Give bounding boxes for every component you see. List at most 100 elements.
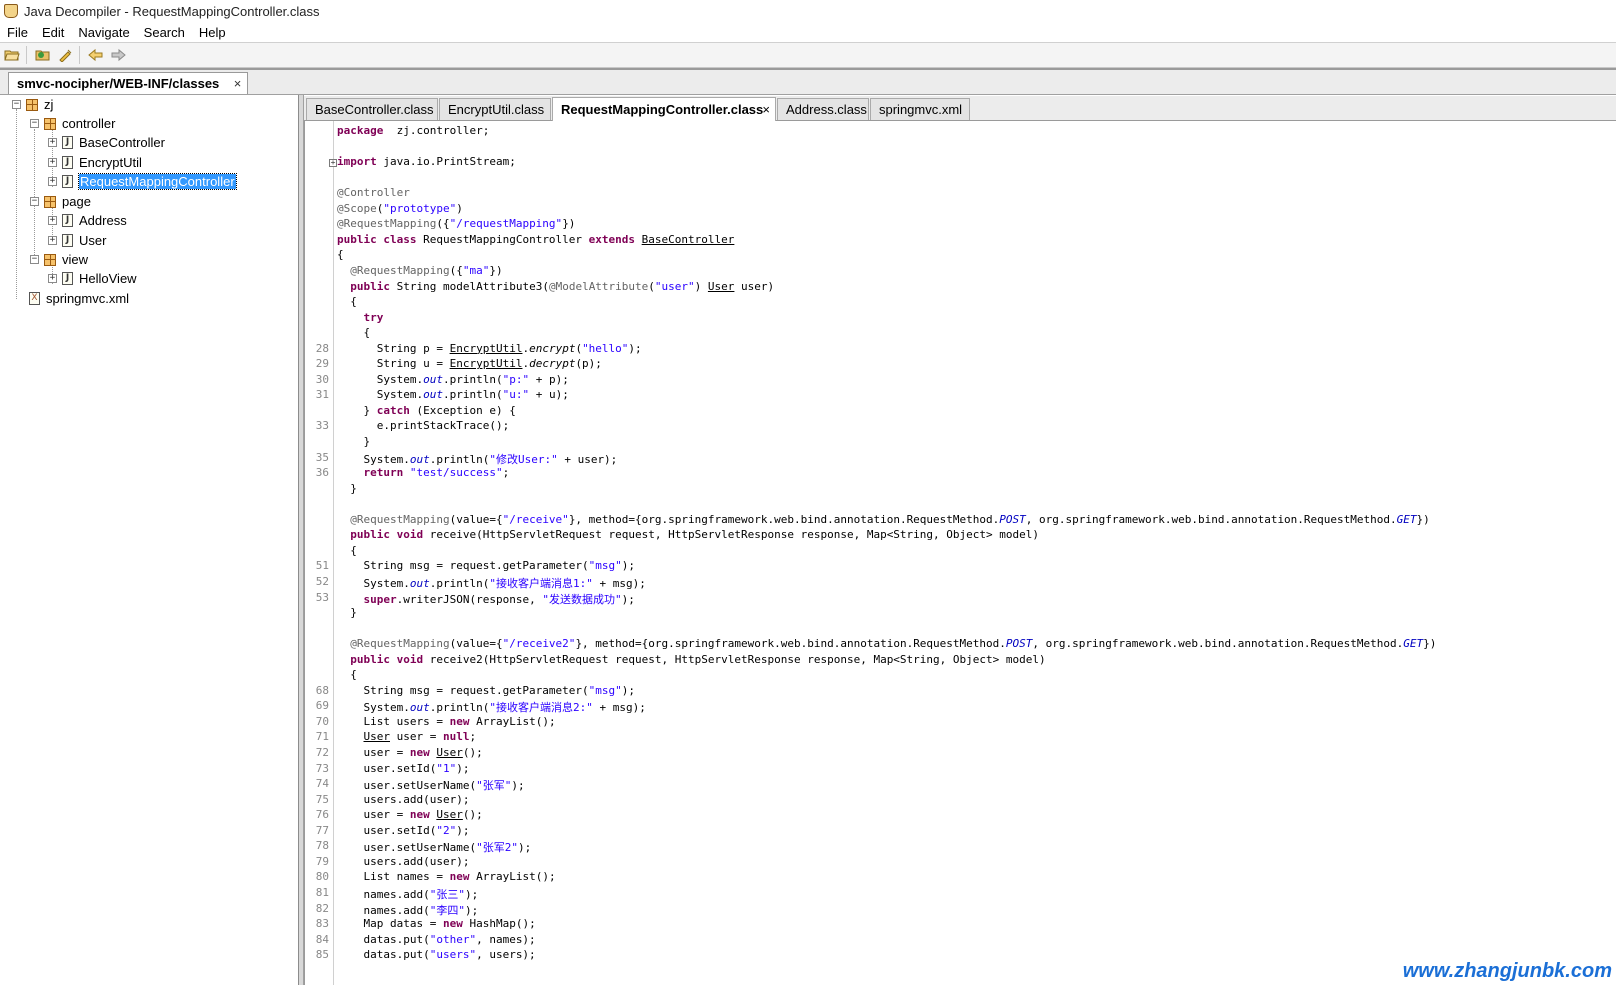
expand-icon[interactable]: + — [48, 236, 57, 245]
line-number: 28 — [315, 341, 329, 355]
code-line: e.printStackTrace(); — [337, 419, 510, 433]
xml-file-icon: X — [29, 292, 40, 305]
class-file-icon: J — [62, 156, 73, 169]
line-number: 33 — [315, 419, 329, 433]
menu-file[interactable]: File — [0, 25, 35, 40]
tab-requestmappingcontroller[interactable]: RequestMappingController.class × — [552, 97, 776, 121]
tab-encryptutil[interactable]: EncryptUtil.class — [439, 98, 551, 120]
tree-node[interactable]: − controller — [30, 114, 115, 133]
line-number-gutter: 28 29 30 31 33 35 36 51 52 53 68 69 70 71 72 73 74 75 76 77… — [305, 121, 334, 985]
tree-node[interactable]: − view — [30, 250, 88, 269]
fold-expand-icon[interactable]: + — [329, 159, 337, 168]
menu-navigate[interactable]: Navigate — [71, 25, 136, 40]
collapse-icon[interactable]: − — [12, 100, 21, 109]
tree-node-label: view — [62, 252, 89, 267]
tree-node[interactable]: X springmvc.xml — [29, 289, 129, 308]
collapse-icon[interactable]: − — [30, 197, 39, 206]
archive-tab-strip: smvc-nocipher/WEB-INF/classes × — [0, 70, 1616, 95]
expand-icon[interactable]: + — [48, 158, 57, 167]
code-line: public class RequestMappingController ex… — [337, 232, 735, 246]
tree-node[interactable]: + J BaseController — [48, 133, 165, 152]
code-line: users.add(user); — [337, 792, 470, 806]
code-line: user = new User(); — [337, 746, 483, 759]
code-line: { — [337, 295, 357, 309]
tree-node-label: page — [62, 194, 91, 209]
line-number: 81 — [315, 885, 329, 899]
line-number: 73 — [315, 761, 329, 775]
line-number: 71 — [315, 730, 329, 744]
tree-node-label: RequestMappingController — [78, 173, 237, 190]
package-icon — [44, 195, 56, 208]
code-line: System.out.println("接收客户端消息2:" + msg); — [337, 701, 646, 715]
menu-search[interactable]: Search — [137, 25, 192, 40]
code-line: String msg = request.getParameter("msg")… — [337, 559, 636, 573]
code-line: @Controller — [337, 186, 410, 200]
code-line: public void receive2(HttpServletRequest … — [350, 652, 1046, 666]
class-file-icon: J — [62, 234, 73, 247]
code-line: } — [337, 435, 371, 448]
package-tree[interactable]: − zj − controller + J BaseController + J… — [0, 95, 299, 985]
tab-label: Address.class — [786, 102, 867, 117]
title-bar: Java Decompiler - RequestMappingControll… — [0, 0, 1616, 22]
code-line: String u = EncryptUtil.decrypt(p); — [337, 357, 602, 371]
tree-node[interactable]: − zj — [12, 95, 53, 114]
tree-node[interactable]: − page — [30, 192, 91, 211]
tree-node[interactable]: + J Address — [48, 211, 127, 230]
tree-node[interactable]: + J HelloView — [48, 269, 137, 288]
tab-basecontroller[interactable]: BaseController.class — [306, 98, 438, 120]
tree-node-label: HelloView — [79, 271, 137, 286]
tab-springmvc-xml[interactable]: springmvc.xml — [870, 98, 970, 120]
code-line: names.add("张三"); — [337, 887, 479, 901]
code-line: System.out.println("接收客户端消息1:" + msg); — [337, 576, 646, 590]
code-line: { — [337, 248, 344, 262]
code-line: System.out.println("修改User:" + user); — [337, 452, 618, 466]
menu-help[interactable]: Help — [192, 25, 233, 40]
code-line: System.out.println("p:" + p); — [337, 372, 569, 386]
menu-edit[interactable]: Edit — [35, 25, 71, 40]
code-line: super.writerJSON(response, "发送数据成功"); — [363, 592, 635, 606]
menu-bar: File Edit Navigate Search Help — [0, 22, 1616, 43]
code-line: { — [337, 326, 371, 340]
code-line: return "test/success"; — [363, 466, 510, 480]
archive-tab[interactable]: smvc-nocipher/WEB-INF/classes × — [8, 72, 249, 94]
close-icon[interactable]: × — [234, 76, 242, 91]
code-editor[interactable]: 28 29 30 31 33 35 36 51 52 53 68 69 70 71 72 73 74 75 76 77… — [304, 121, 1616, 985]
tree-node[interactable]: + J User — [48, 231, 106, 250]
code-line: try — [363, 310, 384, 324]
tree-node-label: Address — [79, 213, 127, 228]
expand-icon[interactable]: + — [48, 274, 57, 283]
forward-button[interactable] — [108, 46, 128, 64]
code-line: user.setId("1"); — [337, 761, 470, 775]
code-line: String msg = request.getParameter("msg")… — [337, 683, 636, 697]
tab-label: RequestMappingController.class — [561, 102, 764, 117]
collapse-icon[interactable]: − — [30, 119, 39, 128]
open-type-button[interactable] — [33, 46, 53, 64]
open-file-button[interactable] — [2, 46, 22, 64]
tree-node-label: controller — [62, 116, 116, 131]
folder-open-icon — [4, 50, 20, 61]
coffee-cup-icon — [4, 4, 18, 18]
back-button[interactable] — [86, 46, 106, 64]
collapse-icon[interactable]: − — [30, 255, 39, 264]
code-line: @RequestMapping(value={"/receive"}, meth… — [350, 512, 1430, 526]
tree-node-label: springmvc.xml — [46, 291, 130, 306]
code-line: System.out.println("u:" + u); — [337, 388, 569, 402]
tab-label: springmvc.xml — [879, 102, 963, 117]
code-line: user = new User(); — [337, 808, 483, 822]
expand-icon[interactable]: + — [48, 138, 57, 147]
tab-label: BaseController.class — [315, 102, 434, 117]
line-number: 68 — [315, 683, 329, 697]
expand-icon[interactable]: + — [48, 216, 57, 225]
close-icon[interactable]: × — [762, 102, 770, 117]
code-line: names.add("李四"); — [337, 903, 479, 917]
search-button[interactable] — [55, 46, 75, 64]
class-file-icon: J — [62, 175, 73, 188]
tree-node-selected[interactable]: + J RequestMappingController — [48, 172, 237, 191]
line-number: 69 — [315, 699, 329, 713]
expand-icon[interactable]: + — [48, 177, 57, 186]
code-line: user.setId("2"); — [337, 823, 470, 837]
class-file-icon: J — [62, 214, 73, 227]
tree-node[interactable]: + J EncryptUtil — [48, 153, 142, 172]
package-icon — [44, 117, 56, 130]
tab-address[interactable]: Address.class — [777, 98, 869, 120]
